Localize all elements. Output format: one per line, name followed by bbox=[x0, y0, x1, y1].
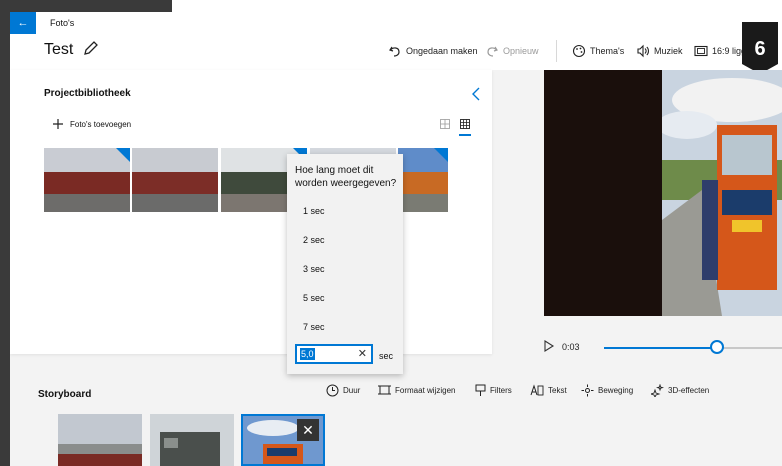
storyboard-card-2[interactable] bbox=[150, 414, 234, 466]
motion-label: Beweging bbox=[598, 386, 634, 395]
undo-label: Ongedaan maken bbox=[406, 46, 478, 56]
duration-unit-label: sec bbox=[379, 351, 394, 361]
duration-flyout: Hoe lang moet dit worden weergegeven? 1 … bbox=[287, 154, 403, 374]
aspect-ratio-icon bbox=[694, 45, 708, 57]
step-number-badge: 6 bbox=[742, 22, 778, 74]
clear-input-icon[interactable]: ✕ bbox=[358, 347, 367, 360]
filters-button[interactable]: Filters bbox=[475, 384, 512, 397]
playback-time: 0:03 bbox=[562, 342, 580, 352]
small-grid-view-icon[interactable] bbox=[460, 119, 470, 129]
project-title: Test bbox=[44, 41, 74, 58]
motion-button[interactable]: Beweging bbox=[581, 384, 633, 397]
collapse-chevron-icon[interactable] bbox=[470, 86, 482, 102]
photo-train bbox=[44, 172, 130, 197]
added-marker-icon bbox=[434, 148, 448, 162]
edit-title-pencil-icon[interactable] bbox=[82, 39, 100, 57]
duration-option-3[interactable]: 3 sec bbox=[303, 264, 325, 274]
view-toggle-group bbox=[440, 119, 470, 129]
duration-question: Hoe lang moet dit worden weergegeven? bbox=[295, 165, 397, 189]
transition-black-area bbox=[544, 70, 662, 316]
storyboard-title: Storyboard bbox=[38, 389, 92, 400]
back-button[interactable]: ← bbox=[10, 12, 36, 34]
photo-platform bbox=[132, 194, 218, 212]
custom-duration-input[interactable]: 5,0 ✕ bbox=[295, 344, 373, 364]
palette-icon bbox=[572, 44, 586, 58]
desktop-edge bbox=[0, 0, 10, 466]
storyboard-panel: Storyboard Duur Formaat wijzigen Filters bbox=[10, 362, 782, 466]
redo-label: Opnieuw bbox=[503, 46, 539, 56]
app-title: Foto's bbox=[50, 18, 75, 28]
text-label: Tekst bbox=[548, 385, 567, 395]
add-photos-label: Foto's toevoegen bbox=[70, 119, 132, 129]
header-bar: Test Ongedaan maken Opnieuw Thema's Muzi… bbox=[10, 22, 782, 74]
undo-icon bbox=[389, 46, 400, 57]
library-photo-1[interactable] bbox=[44, 148, 130, 212]
playback-track[interactable] bbox=[604, 347, 782, 349]
added-marker-icon bbox=[116, 148, 130, 162]
photo-train bbox=[398, 172, 448, 197]
photo-train bbox=[132, 172, 218, 197]
undo-button[interactable]: Ongedaan maken bbox=[388, 42, 478, 60]
resize-button[interactable]: Formaat wijzigen bbox=[378, 384, 455, 396]
video-preview bbox=[544, 70, 782, 316]
themes-button[interactable]: Thema's bbox=[572, 42, 624, 60]
storyboard-photo-1 bbox=[58, 414, 142, 466]
duration-button[interactable]: Duur bbox=[326, 384, 360, 397]
duration-option-2[interactable]: 2 sec bbox=[303, 235, 325, 245]
play-icon[interactable] bbox=[543, 340, 555, 352]
photo-platform bbox=[398, 194, 448, 212]
3d-effects-button[interactable]: 3D-effecten bbox=[651, 384, 709, 397]
resize-icon bbox=[378, 385, 391, 395]
playback-scrubber[interactable] bbox=[709, 340, 724, 354]
filter-icon bbox=[475, 384, 486, 396]
library-photo-5[interactable] bbox=[398, 148, 448, 212]
duration-option-5[interactable]: 5 sec bbox=[303, 293, 325, 303]
filters-label: Filters bbox=[490, 386, 512, 395]
redo-button[interactable]: Opnieuw bbox=[485, 42, 539, 60]
video-preview-panel bbox=[500, 70, 782, 354]
music-label: Muziek bbox=[654, 46, 683, 56]
clock-icon bbox=[326, 384, 339, 397]
duration-option-1[interactable]: 1 sec bbox=[303, 206, 325, 216]
motion-icon bbox=[581, 384, 594, 397]
speaker-icon bbox=[637, 44, 649, 58]
text-icon bbox=[530, 384, 544, 396]
storyboard-card-3[interactable]: ✕ bbox=[241, 414, 325, 466]
train-preview-image bbox=[662, 70, 782, 316]
title-bar: ← Foto's bbox=[10, 12, 782, 34]
plus-icon bbox=[53, 119, 63, 129]
remove-card-close-icon[interactable]: ✕ bbox=[297, 419, 319, 441]
library-title: Projectbibliotheek bbox=[44, 88, 131, 99]
desktop-edge-top bbox=[10, 0, 172, 12]
project-library-panel: Projectbibliotheek Foto's toevoegen bbox=[10, 70, 492, 354]
themes-label: Thema's bbox=[590, 46, 625, 56]
3d-effects-label: 3D-effecten bbox=[668, 386, 710, 395]
large-grid-view-icon[interactable] bbox=[440, 119, 450, 129]
photo-platform bbox=[44, 194, 130, 212]
photo-sky bbox=[132, 148, 218, 175]
library-photo-2[interactable] bbox=[132, 148, 218, 212]
redo-icon bbox=[487, 46, 498, 57]
duration-option-7[interactable]: 7 sec bbox=[303, 322, 325, 332]
badge-number: 6 bbox=[754, 38, 765, 60]
toolbar-divider bbox=[556, 40, 557, 62]
duration-label: Duur bbox=[343, 386, 361, 395]
resize-label: Formaat wijzigen bbox=[395, 385, 456, 395]
custom-duration-value: 5,0 bbox=[300, 348, 315, 360]
sparkle-icon bbox=[651, 384, 664, 397]
music-button[interactable]: Muziek bbox=[636, 42, 683, 60]
text-button[interactable]: Tekst bbox=[530, 384, 567, 396]
storyboard-photo-2 bbox=[150, 414, 234, 466]
active-view-indicator bbox=[459, 134, 471, 136]
add-photos-button[interactable]: Foto's toevoegen bbox=[52, 118, 131, 130]
storyboard-card-1[interactable] bbox=[58, 414, 142, 466]
